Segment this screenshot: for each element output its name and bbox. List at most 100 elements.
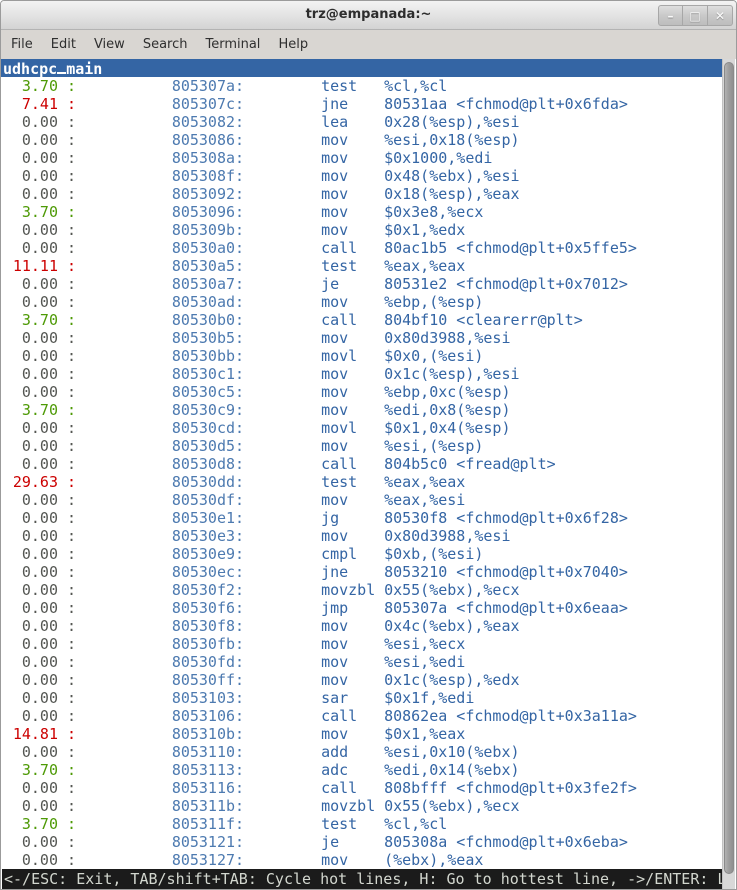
instruction-address: 80530fb: (76, 635, 244, 653)
sample-percent: 0.00 (1, 365, 58, 383)
asm-row[interactable]: 29.63 :80530dd:test%eax,%eax (1, 473, 723, 491)
asm-row[interactable]: 0.00 :805308a:mov$0x1000,%edi (1, 149, 723, 167)
instruction-address: 80530f8: (76, 617, 244, 635)
asm-row[interactable]: 0.00 :805309b:mov$0x1,%edx (1, 221, 723, 239)
asm-row[interactable]: 0.00 :8053086:mov%esi,0x18(%esp) (1, 131, 723, 149)
terminal-window: trz@empanada:~ – □ ✕ File Edit View Sear… (0, 0, 737, 890)
asm-row[interactable]: 14.81 :805310b:mov$0x1,%eax (1, 725, 723, 743)
asm-row[interactable]: 3.70 :805307a:test%cl,%cl (1, 77, 723, 95)
instruction-operands: 805307a <fchmod@plt+0x6eaa> (384, 599, 628, 617)
maximize-button[interactable]: □ (683, 5, 708, 26)
instruction-address: 80530a0: (76, 239, 244, 257)
asm-row[interactable]: 0.00 :8053121:je805308a <fchmod@plt+0x6e… (1, 833, 723, 851)
instruction-operands: $0x0,(%esi) (384, 347, 483, 365)
instruction-address: 80530d8: (76, 455, 244, 473)
asm-row[interactable]: 0.00 :8053127:mov(%ebx),%eax (1, 851, 723, 869)
percent-separator: : (58, 797, 76, 815)
asm-row[interactable]: 3.70 :8053096:mov$0x3e8,%ecx (1, 203, 723, 221)
asm-row[interactable]: 0.00 :805308f:mov0x48(%ebx),%esi (1, 167, 723, 185)
asm-row[interactable]: 7.41 :805307c:jne80531aa <fchmod@plt+0x6… (1, 95, 723, 113)
menu-file[interactable]: File (2, 30, 42, 59)
asm-row[interactable]: 0.00 :80530bb:movl$0x0,(%esi) (1, 347, 723, 365)
instruction-address: 805308f: (76, 167, 244, 185)
asm-row[interactable]: 0.00 :80530f6:jmp805307a <fchmod@plt+0x6… (1, 599, 723, 617)
close-button[interactable]: ✕ (708, 5, 733, 26)
percent-separator: : (58, 455, 76, 473)
percent-separator: : (58, 815, 76, 833)
menu-terminal[interactable]: Terminal (196, 30, 269, 59)
perf-annotate-view[interactable]: udhcpcmain 3.70 :805307a:test%cl,%cl7.41… (1, 59, 723, 869)
percent-separator: : (58, 383, 76, 401)
asm-row[interactable]: 0.00 :805311b:movzbl0x55(%ebx),%ecx (1, 797, 723, 815)
asm-row[interactable]: 0.00 :80530cd:movl$0x1,0x4(%esp) (1, 419, 723, 437)
asm-row[interactable]: 0.00 :80530a7:je80531e2 <fchmod@plt+0x70… (1, 275, 723, 293)
menu-search[interactable]: Search (134, 30, 197, 59)
asm-row[interactable]: 0.00 :80530c5:mov%ebp,0xc(%esp) (1, 383, 723, 401)
window-controls: – □ ✕ (658, 5, 733, 26)
sample-percent: 29.63 (1, 473, 58, 491)
percent-separator: : (58, 653, 76, 671)
menu-help[interactable]: Help (269, 30, 317, 59)
scrollbar-track[interactable] (722, 59, 735, 889)
menu-view[interactable]: View (85, 30, 134, 59)
asm-row[interactable]: 0.00 :80530f2:movzbl0x55(%ebx),%ecx (1, 581, 723, 599)
asm-listing[interactable]: 3.70 :805307a:test%cl,%cl7.41 :805307c:j… (1, 77, 723, 869)
asm-row[interactable]: 0.00 :80530d8:call804b5c0 <fread@plt> (1, 455, 723, 473)
asm-row[interactable]: 0.00 :80530df:mov%eax,%esi (1, 491, 723, 509)
asm-row[interactable]: 0.00 :8053116:call808bfff <fchmod@plt+0x… (1, 779, 723, 797)
instruction-operands: 808bfff <fchmod@plt+0x3fe2f> (384, 779, 637, 797)
asm-row[interactable]: 0.00 :80530d5:mov%esi,(%esp) (1, 437, 723, 455)
asm-row[interactable]: 0.00 :8053110:add%esi,0x10(%ebx) (1, 743, 723, 761)
annotate-symbol-header[interactable]: udhcpcmain (1, 59, 723, 77)
sample-percent: 0.00 (1, 599, 58, 617)
asm-row[interactable]: 0.00 :80530fd:mov%esi,%edi (1, 653, 723, 671)
scrollbar-thumb[interactable] (724, 62, 734, 874)
instruction-address: 805309b: (76, 221, 244, 239)
percent-separator: : (58, 95, 76, 113)
asm-row[interactable]: 0.00 :8053082:lea0x28(%esp),%esi (1, 113, 723, 131)
asm-row[interactable]: 0.00 :80530e3:mov0x80d3988,%esi (1, 527, 723, 545)
asm-row[interactable]: 0.00 :8053106:call80862ea <fchmod@plt+0x… (1, 707, 723, 725)
asm-row[interactable]: 3.70 :80530c9:mov%edi,0x8(%esp) (1, 401, 723, 419)
asm-row[interactable]: 3.70 :80530b0:call804bf10 <clearerr@plt> (1, 311, 723, 329)
asm-row[interactable]: 0.00 :8053092:mov0x18(%esp),%eax (1, 185, 723, 203)
asm-row[interactable]: 0.00 :80530ec:jne8053210 <fchmod@plt+0x7… (1, 563, 723, 581)
asm-row[interactable]: 0.00 :80530f8:mov0x4c(%ebx),%eax (1, 617, 723, 635)
percent-separator: : (58, 275, 76, 293)
asm-row[interactable]: 0.00 :8053103:sar$0x1f,%edi (1, 689, 723, 707)
instruction-address: 80530ff: (76, 671, 244, 689)
sample-percent: 0.00 (1, 131, 58, 149)
asm-row[interactable]: 0.00 :80530e9:cmpl$0xb,(%esi) (1, 545, 723, 563)
asm-row[interactable]: 0.00 :80530ff:mov0x1c(%esp),%edx (1, 671, 723, 689)
instruction-address: 80530dd: (76, 473, 244, 491)
minimize-button[interactable]: – (658, 5, 683, 26)
instruction-mnemonic: mov (321, 365, 384, 383)
sample-percent: 0.00 (1, 347, 58, 365)
sample-percent: 0.00 (1, 635, 58, 653)
instruction-mnemonic: call (321, 707, 384, 725)
asm-row[interactable]: 0.00 :80530b5:mov0x80d3988,%esi (1, 329, 723, 347)
instruction-address: 80530e9: (76, 545, 244, 563)
instruction-operands: 0x55(%ebx),%ecx (384, 581, 519, 599)
menu-edit[interactable]: Edit (42, 30, 85, 59)
percent-separator: : (58, 689, 76, 707)
sample-percent: 14.81 (1, 725, 58, 743)
instruction-operands: 80ac1b5 <fchmod@plt+0x5ffe5> (384, 239, 637, 257)
asm-row[interactable]: 0.00 :80530e1:jg80530f8 <fchmod@plt+0x6f… (1, 509, 723, 527)
asm-row[interactable]: 11.11 :80530a5:test%eax,%eax (1, 257, 723, 275)
asm-row[interactable]: 3.70 :8053113:adc%edi,0x14(%ebx) (1, 761, 723, 779)
asm-row[interactable]: 0.00 :80530a0:call80ac1b5 <fchmod@plt+0x… (1, 239, 723, 257)
asm-row[interactable]: 0.00 :80530ad:mov%ebp,(%esp) (1, 293, 723, 311)
instruction-mnemonic: movl (321, 419, 384, 437)
asm-row[interactable]: 0.00 :80530fb:mov%esi,%ecx (1, 635, 723, 653)
sample-percent: 0.00 (1, 581, 58, 599)
title-bar[interactable]: trz@empanada:~ – □ ✕ (1, 1, 736, 30)
asm-row[interactable]: 0.00 :80530c1:mov0x1c(%esp),%esi (1, 365, 723, 383)
sample-percent: 0.00 (1, 671, 58, 689)
sample-percent: 7.41 (1, 95, 58, 113)
percent-separator: : (58, 293, 76, 311)
percent-separator: : (58, 617, 76, 635)
percent-separator: : (58, 545, 76, 563)
asm-row[interactable]: 3.70 :805311f:test%cl,%cl (1, 815, 723, 833)
instruction-operands: 804b5c0 <fread@plt> (384, 455, 556, 473)
